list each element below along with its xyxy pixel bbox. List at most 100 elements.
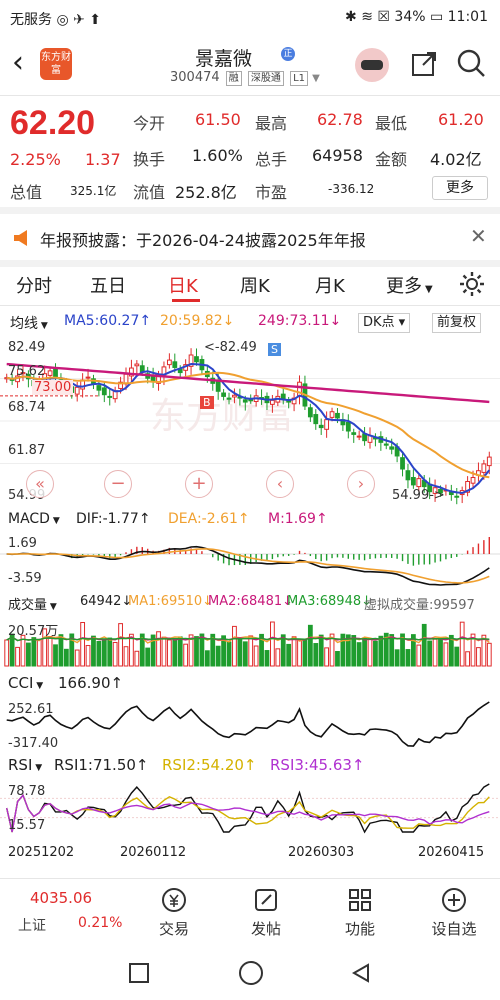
cci-y-bottom: -317.40 <box>8 736 59 751</box>
cci-chart[interactable] <box>0 698 500 750</box>
y-tick-1: 75.62 <box>8 364 46 379</box>
tab-daily-k[interactable]: 日K <box>168 272 198 298</box>
volume-bar <box>253 645 259 667</box>
volume-bar <box>351 635 357 667</box>
tab-intraday[interactable]: 分时 <box>16 272 52 298</box>
volume-bar <box>248 635 254 667</box>
close-icon[interactable]: ✕ <box>470 224 487 248</box>
post-label: 发帖 <box>250 920 281 938</box>
volume-bar <box>476 647 481 667</box>
tab-weekly-k[interactable]: 周K <box>240 272 270 298</box>
volume-y-top: 20.57万 <box>8 624 59 639</box>
candle-body <box>47 370 53 376</box>
function-button[interactable]: 功能 <box>330 887 390 939</box>
volume-bar <box>4 639 10 667</box>
candle-body <box>324 419 330 430</box>
cci-selector[interactable]: CCI ▼ <box>8 674 43 692</box>
edit-icon <box>255 889 277 911</box>
volume-bar <box>459 621 465 667</box>
index-value: 4035.06 <box>30 889 93 907</box>
scroll-right-button[interactable]: › <box>347 470 375 498</box>
x-date-0: 20251202 <box>8 845 75 860</box>
cci-value: 166.90↑ <box>58 674 124 692</box>
volume-bar <box>416 644 422 667</box>
volume-bar <box>31 637 37 667</box>
rsi-selector[interactable]: RSI ▼ <box>8 756 42 774</box>
candle-body <box>416 478 422 488</box>
volume-bar <box>36 638 42 667</box>
volume-selector[interactable]: 成交量 ▼ <box>8 594 57 613</box>
volume-chart[interactable] <box>0 616 500 668</box>
volume-bar <box>405 649 411 667</box>
rsi-y-top: 78.78 <box>8 784 46 799</box>
volume-bar <box>85 645 91 667</box>
gear-icon[interactable] <box>458 270 486 298</box>
macd-chart[interactable] <box>0 533 500 589</box>
label-open: 今开 <box>133 114 166 133</box>
volume-bar <box>318 634 324 667</box>
candle-body <box>221 392 226 397</box>
dropdown-icon[interactable]: ▼ <box>312 73 320 84</box>
tab-monthly-k[interactable]: 月K <box>315 272 345 298</box>
post-button[interactable]: 发帖 <box>236 887 296 939</box>
tab-more-label: 更多 <box>386 276 422 297</box>
volume-bar <box>465 651 470 667</box>
candle-body <box>383 443 389 446</box>
avatar[interactable] <box>355 48 389 82</box>
tab-more[interactable]: 更多 ▼ <box>386 272 433 298</box>
add-watchlist-label: 设自选 <box>431 920 477 938</box>
candle-body <box>248 399 254 402</box>
tab-five-day[interactable]: 五日 <box>90 272 126 298</box>
dk-button[interactable]: DK点 ▾ <box>358 313 411 333</box>
candle-body <box>356 435 362 438</box>
divider <box>0 260 500 267</box>
adjust-button[interactable]: 前复权 <box>432 313 482 333</box>
label-high: 最高 <box>255 114 288 133</box>
macd-dif: DIF:-1.77↑ <box>76 511 151 527</box>
candle-body <box>486 456 492 467</box>
grid-icon <box>349 889 371 911</box>
volume-bar <box>194 636 199 667</box>
macd-dea: DEA:-2.61↑ <box>168 511 250 527</box>
trade-label: 交易 <box>158 920 189 938</box>
trade-button[interactable]: 交易 <box>144 887 204 939</box>
rsi-chart[interactable] <box>0 780 500 836</box>
back-icon[interactable]: ‹ <box>12 48 24 78</box>
candle-body <box>194 356 199 363</box>
search-icon[interactable] <box>456 48 486 78</box>
change-amount: 1.37 <box>85 150 121 169</box>
zoom-in-button[interactable]: + <box>185 470 213 498</box>
candle-body <box>389 446 395 450</box>
candle-body <box>313 414 319 425</box>
macd-selector[interactable]: MACD ▼ <box>8 511 60 527</box>
rsi-y-bottom: 15.57 <box>8 818 46 833</box>
ma249-value: 249:73.11↓ <box>258 313 342 329</box>
back-nav-icon[interactable] <box>350 962 372 984</box>
ma-selector[interactable]: 均线 ▼ <box>10 313 48 333</box>
kline-chart[interactable]: 东方财富 <box>0 336 500 506</box>
header: ‹ 东方财富 景嘉微 正 300474 融 深股通 L1 ▼ <box>0 36 500 94</box>
tag-level: L1 <box>290 71 308 86</box>
volume-ma2: MA2:68481↓ <box>208 594 294 609</box>
volume-value: 64942↓ <box>80 594 133 609</box>
add-watchlist-button[interactable]: 设自选 <box>424 887 484 939</box>
volume-bar <box>335 651 340 667</box>
zoom-out-button[interactable]: − <box>104 470 132 498</box>
home-icon[interactable] <box>238 960 264 986</box>
more-button[interactable]: 更多 <box>432 176 488 200</box>
label-pe: 市盈 <box>255 183 288 202</box>
cci-y-top: 252.61 <box>8 702 54 717</box>
notice-bar[interactable]: 年报预披露：于2026-04-24披露2025年年报 ✕ <box>0 214 500 260</box>
share-icon[interactable] <box>410 50 438 78</box>
volume-bar <box>427 640 433 667</box>
rsi2-line <box>6 793 490 833</box>
volume-bar <box>172 639 178 667</box>
candle-body <box>307 407 313 418</box>
candle-body <box>318 424 324 429</box>
volume-bar <box>47 636 53 667</box>
scroll-left-button[interactable]: ‹ <box>266 470 294 498</box>
recent-apps-icon[interactable] <box>128 962 150 984</box>
scroll-left-fast-button[interactable]: « <box>26 470 54 498</box>
volume-bar <box>183 643 189 667</box>
volume-bar <box>421 623 427 667</box>
